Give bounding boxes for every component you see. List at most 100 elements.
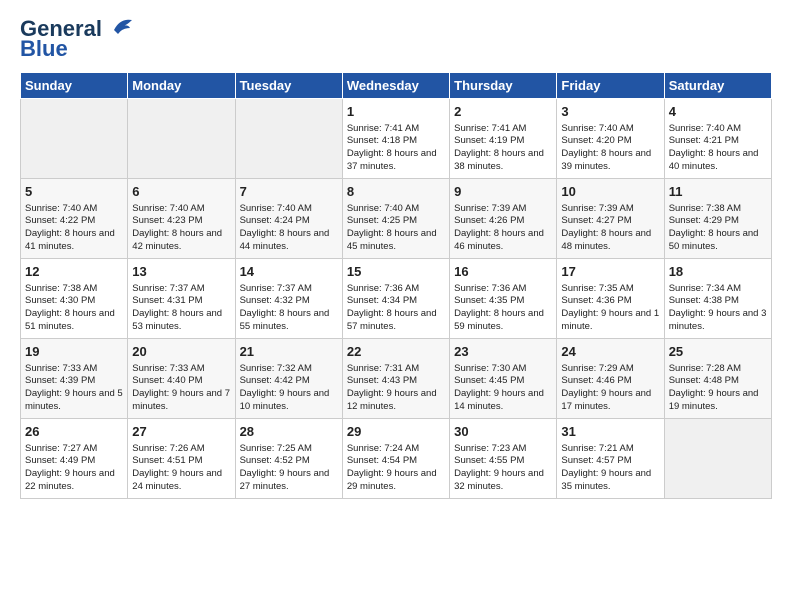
calendar-cell: 13 Sunrise: 7:37 AMSunset: 4:31 PMDayligh… [128, 259, 235, 339]
calendar-cell: 16 Sunrise: 7:36 AMSunset: 4:35 PMDayligh… [450, 259, 557, 339]
calendar-cell: 3 Sunrise: 7:40 AMSunset: 4:20 PMDaylight… [557, 99, 664, 179]
day-info: Sunrise: 7:25 AMSunset: 4:52 PMDaylight:… [240, 443, 330, 492]
calendar-cell: 28 Sunrise: 7:25 AMSunset: 4:52 PMDayligh… [235, 419, 342, 499]
header: General Blue [20, 16, 772, 62]
calendar-cell: 6 Sunrise: 7:40 AMSunset: 4:23 PMDaylight… [128, 179, 235, 259]
day-info: Sunrise: 7:36 AMSunset: 4:35 PMDaylight:… [454, 283, 544, 332]
calendar-cell: 27 Sunrise: 7:26 AMSunset: 4:51 PMDayligh… [128, 419, 235, 499]
calendar-cell [128, 99, 235, 179]
logo-bird-icon [104, 16, 136, 38]
day-info: Sunrise: 7:40 AMSunset: 4:23 PMDaylight:… [132, 203, 222, 252]
calendar-cell: 31Sunrise: 7:21 AMSunset: 4:57 PMDayligh… [557, 419, 664, 499]
calendar-cell: 22 Sunrise: 7:31 AMSunset: 4:43 PMDayligh… [342, 339, 449, 419]
week-row-3: 12Sunrise: 7:38 AMSunset: 4:30 PMDayligh… [21, 259, 772, 339]
calendar-header-row: SundayMondayTuesdayWednesdayThursdayFrid… [21, 73, 772, 99]
logo-blue: Blue [20, 36, 68, 62]
day-info: Sunrise: 7:26 AMSunset: 4:51 PMDaylight:… [132, 443, 222, 492]
logo: General Blue [20, 16, 136, 62]
day-info: Sunrise: 7:39 AMSunset: 4:27 PMDaylight:… [561, 203, 651, 252]
calendar-cell: 2Sunrise: 7:41 AMSunset: 4:19 PMDaylight… [450, 99, 557, 179]
day-number: 5 [25, 183, 123, 201]
day-number: 20 [132, 343, 230, 361]
day-info: Sunrise: 7:38 AMSunset: 4:30 PMDaylight:… [25, 283, 115, 332]
day-number: 22 [347, 343, 445, 361]
week-row-2: 5 Sunrise: 7:40 AMSunset: 4:22 PMDaylight… [21, 179, 772, 259]
calendar-cell: 15 Sunrise: 7:36 AMSunset: 4:34 PMDayligh… [342, 259, 449, 339]
day-number: 16 [454, 263, 552, 281]
weekday-header-thursday: Thursday [450, 73, 557, 99]
calendar-table: SundayMondayTuesdayWednesdayThursdayFrid… [20, 72, 772, 499]
calendar-cell [664, 419, 771, 499]
calendar-cell: 26 Sunrise: 7:27 AMSunset: 4:49 PMDayligh… [21, 419, 128, 499]
day-info: Sunrise: 7:40 AMSunset: 4:25 PMDaylight:… [347, 203, 437, 252]
calendar-cell: 30 Sunrise: 7:23 AMSunset: 4:55 PMDayligh… [450, 419, 557, 499]
calendar-cell: 1Sunrise: 7:41 AMSunset: 4:18 PMDaylight… [342, 99, 449, 179]
day-number: 1 [347, 103, 445, 121]
day-number: 11 [669, 183, 767, 201]
day-info: Sunrise: 7:34 AMSunset: 4:38 PMDaylight:… [669, 283, 767, 332]
day-number: 13 [132, 263, 230, 281]
calendar-cell: 11 Sunrise: 7:38 AMSunset: 4:29 PMDayligh… [664, 179, 771, 259]
calendar-cell [235, 99, 342, 179]
day-info: Sunrise: 7:38 AMSunset: 4:29 PMDaylight:… [669, 203, 759, 252]
page: General Blue SundayMondayTuesdayWednesda… [0, 0, 792, 612]
day-info: Sunrise: 7:23 AMSunset: 4:55 PMDaylight:… [454, 443, 544, 492]
day-number: 27 [132, 423, 230, 441]
calendar-cell: 8 Sunrise: 7:40 AMSunset: 4:25 PMDaylight… [342, 179, 449, 259]
day-number: 6 [132, 183, 230, 201]
day-info: Sunrise: 7:30 AMSunset: 4:45 PMDaylight:… [454, 363, 544, 412]
day-number: 26 [25, 423, 123, 441]
day-number: 25 [669, 343, 767, 361]
calendar-cell: 4 Sunrise: 7:40 AMSunset: 4:21 PMDaylight… [664, 99, 771, 179]
calendar-cell: 7 Sunrise: 7:40 AMSunset: 4:24 PMDaylight… [235, 179, 342, 259]
day-info: Sunrise: 7:32 AMSunset: 4:42 PMDaylight:… [240, 363, 330, 412]
day-info: Sunrise: 7:37 AMSunset: 4:31 PMDaylight:… [132, 283, 222, 332]
week-row-1: 1Sunrise: 7:41 AMSunset: 4:18 PMDaylight… [21, 99, 772, 179]
day-info: Sunrise: 7:31 AMSunset: 4:43 PMDaylight:… [347, 363, 437, 412]
day-info: Sunrise: 7:29 AMSunset: 4:46 PMDaylight:… [561, 363, 651, 412]
day-number: 30 [454, 423, 552, 441]
day-info: Sunrise: 7:40 AMSunset: 4:21 PMDaylight:… [669, 123, 759, 172]
calendar-cell: 12Sunrise: 7:38 AMSunset: 4:30 PMDayligh… [21, 259, 128, 339]
weekday-header-wednesday: Wednesday [342, 73, 449, 99]
day-number: 15 [347, 263, 445, 281]
calendar-cell: 25 Sunrise: 7:28 AMSunset: 4:48 PMDayligh… [664, 339, 771, 419]
calendar-cell: 21 Sunrise: 7:32 AMSunset: 4:42 PMDayligh… [235, 339, 342, 419]
calendar-cell: 5 Sunrise: 7:40 AMSunset: 4:22 PMDaylight… [21, 179, 128, 259]
day-number: 17 [561, 263, 659, 281]
day-info: Sunrise: 7:33 AMSunset: 4:40 PMDaylight:… [132, 363, 230, 412]
calendar-cell: 17 Sunrise: 7:35 AMSunset: 4:36 PMDayligh… [557, 259, 664, 339]
weekday-header-friday: Friday [557, 73, 664, 99]
day-number: 29 [347, 423, 445, 441]
day-number: 3 [561, 103, 659, 121]
day-number: 10 [561, 183, 659, 201]
calendar-cell [21, 99, 128, 179]
day-number: 31 [561, 423, 659, 441]
day-info: Sunrise: 7:35 AMSunset: 4:36 PMDaylight:… [561, 283, 659, 332]
day-number: 7 [240, 183, 338, 201]
day-info: Sunrise: 7:40 AMSunset: 4:24 PMDaylight:… [240, 203, 330, 252]
calendar-cell: 14 Sunrise: 7:37 AMSunset: 4:32 PMDayligh… [235, 259, 342, 339]
day-info: Sunrise: 7:40 AMSunset: 4:20 PMDaylight:… [561, 123, 651, 172]
day-info: Sunrise: 7:39 AMSunset: 4:26 PMDaylight:… [454, 203, 544, 252]
week-row-5: 26 Sunrise: 7:27 AMSunset: 4:49 PMDayligh… [21, 419, 772, 499]
day-info: Sunrise: 7:33 AMSunset: 4:39 PMDaylight:… [25, 363, 123, 412]
day-info: Sunrise: 7:37 AMSunset: 4:32 PMDaylight:… [240, 283, 330, 332]
day-number: 28 [240, 423, 338, 441]
day-info: Sunrise: 7:40 AMSunset: 4:22 PMDaylight:… [25, 203, 115, 252]
day-number: 21 [240, 343, 338, 361]
day-info: Sunrise: 7:27 AMSunset: 4:49 PMDaylight:… [25, 443, 115, 492]
calendar-cell: 19Sunrise: 7:33 AMSunset: 4:39 PMDayligh… [21, 339, 128, 419]
day-number: 4 [669, 103, 767, 121]
day-number: 9 [454, 183, 552, 201]
weekday-header-sunday: Sunday [21, 73, 128, 99]
calendar-cell: 18 Sunrise: 7:34 AMSunset: 4:38 PMDayligh… [664, 259, 771, 339]
day-number: 14 [240, 263, 338, 281]
calendar-cell: 29Sunrise: 7:24 AMSunset: 4:54 PMDayligh… [342, 419, 449, 499]
day-number: 2 [454, 103, 552, 121]
day-info: Sunrise: 7:28 AMSunset: 4:48 PMDaylight:… [669, 363, 759, 412]
day-number: 8 [347, 183, 445, 201]
calendar-cell: 20 Sunrise: 7:33 AMSunset: 4:40 PMDayligh… [128, 339, 235, 419]
day-number: 18 [669, 263, 767, 281]
day-info: Sunrise: 7:36 AMSunset: 4:34 PMDaylight:… [347, 283, 437, 332]
